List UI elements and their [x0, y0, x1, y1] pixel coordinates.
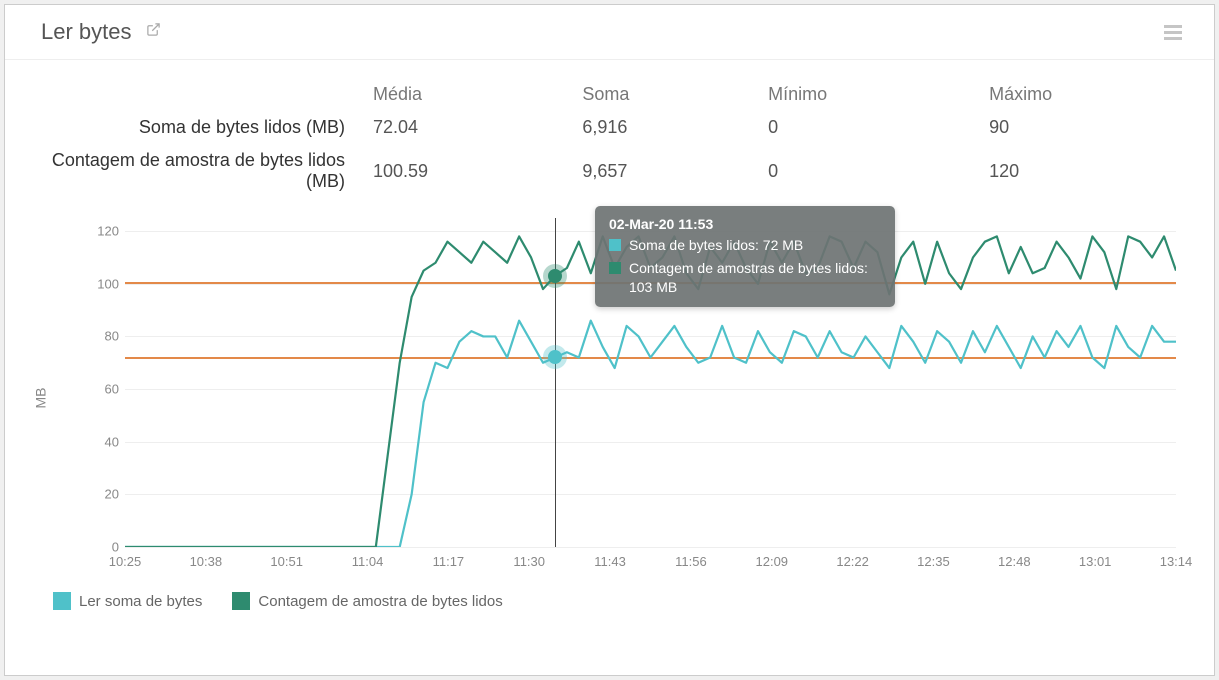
legend-item-contagem[interactable]: Contagem de amostra de bytes lidos	[232, 592, 502, 610]
stats-cell: 90	[981, 111, 1214, 144]
stats-col-soma: Soma	[574, 78, 760, 111]
y-tick-label: 100	[85, 276, 119, 291]
stats-row-label: Contagem de amostra de bytes lidos (MB)	[5, 144, 365, 198]
x-tick-label: 10:51	[270, 554, 303, 569]
hamburger-menu-icon[interactable]	[1164, 22, 1182, 43]
stats-cell: 0	[760, 111, 981, 144]
panel-title: Ler bytes	[41, 19, 132, 45]
stats-cell: 100.59	[365, 144, 574, 198]
stats-table: _ Média Soma Mínimo Máximo Soma de bytes…	[5, 60, 1214, 198]
stats-cell: 0	[760, 144, 981, 198]
stats-row: Soma de bytes lidos (MB) 72.04 6,916 0 9…	[5, 111, 1214, 144]
y-tick-label: 20	[85, 487, 119, 502]
legend-label: Ler soma de bytes	[79, 593, 202, 610]
x-tick-label: 11:56	[675, 554, 707, 569]
y-tick-label: 60	[85, 382, 119, 397]
x-tick-label: 11:30	[513, 554, 545, 569]
stats-row: Contagem de amostra de bytes lidos (MB) …	[5, 144, 1214, 198]
legend-item-soma[interactable]: Ler soma de bytes	[53, 592, 202, 610]
stats-row-label: Soma de bytes lidos (MB)	[5, 111, 365, 144]
y-axis-label: MB	[33, 388, 49, 409]
legend-swatch-icon	[232, 592, 250, 610]
popout-icon[interactable]	[146, 22, 161, 42]
stats-cell: 9,657	[574, 144, 760, 198]
stats-col-minimo: Mínimo	[760, 78, 981, 111]
x-tick-label: 13:14	[1160, 554, 1193, 569]
y-tick-label: 0	[85, 540, 119, 555]
stats-col-media: Média	[365, 78, 574, 111]
x-tick-label: 13:01	[1079, 554, 1112, 569]
x-tick-label: 12:35	[917, 554, 950, 569]
chart-panel: Ler bytes _ Média Soma Mínimo Máxim	[4, 4, 1215, 676]
y-tick-label: 80	[85, 329, 119, 344]
x-tick-label: 12:22	[836, 554, 869, 569]
legend-swatch-icon	[53, 592, 71, 610]
legend: Ler soma de bytes Contagem de amostra de…	[5, 578, 1214, 610]
stats-cell: 72.04	[365, 111, 574, 144]
y-tick-label: 120	[85, 224, 119, 239]
x-tick-label: 12:48	[998, 554, 1031, 569]
stats-cell: 6,916	[574, 111, 760, 144]
x-tick-label: 10:25	[109, 554, 142, 569]
x-tick-label: 10:38	[190, 554, 223, 569]
legend-label: Contagem de amostra de bytes lidos	[258, 593, 502, 610]
panel-header: Ler bytes	[5, 5, 1214, 60]
x-tick-label: 12:09	[755, 554, 788, 569]
y-tick-label: 40	[85, 434, 119, 449]
stats-col-maximo: Máximo	[981, 78, 1214, 111]
x-tick-label: 11:04	[352, 554, 384, 569]
x-tick-label: 11:43	[594, 554, 626, 569]
plot-region[interactable]: 02040608010012010:2510:3810:5111:0411:17…	[125, 218, 1176, 548]
x-tick-label: 11:17	[433, 554, 465, 569]
chart-area[interactable]: MB 02040608010012010:2510:3810:5111:0411…	[85, 218, 1176, 578]
stats-cell: 120	[981, 144, 1214, 198]
